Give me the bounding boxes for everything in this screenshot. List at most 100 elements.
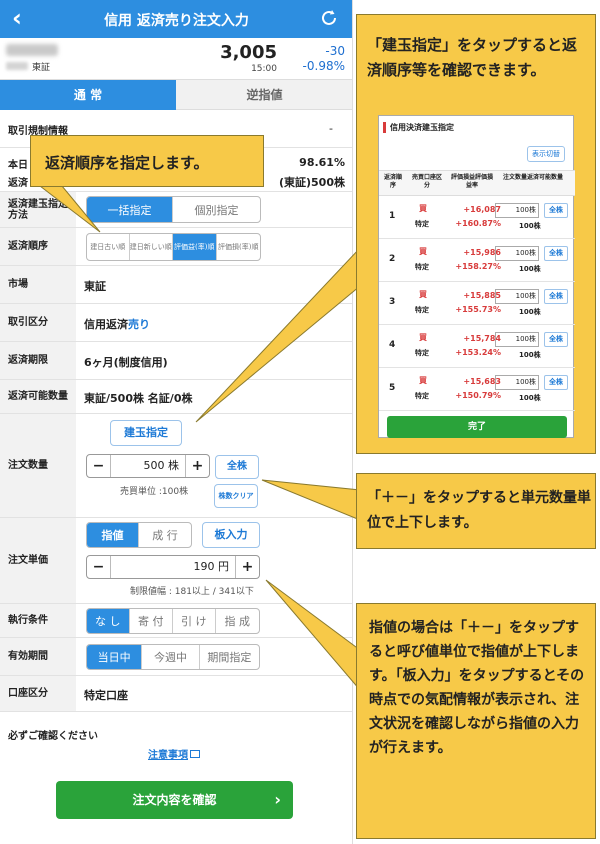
period-today[interactable]: 当日中 (87, 645, 143, 669)
callout-settle-order: 返済順序を指定します。 (30, 135, 264, 187)
settle-order-label: 返済順序 (0, 228, 76, 265)
inset-done-button[interactable]: 完了 (387, 416, 567, 438)
available-qty-label: 返済可能数量 (0, 380, 76, 413)
price-type-market[interactable]: 成 行 (139, 523, 191, 547)
price-value[interactable]: 190 円 (111, 556, 235, 578)
method-individual[interactable]: 個別指定 (173, 197, 260, 222)
price-minus-button[interactable]: − (87, 556, 111, 578)
confirm-order-button[interactable]: 注文内容を確認 › (56, 781, 293, 819)
callout-4-text: 指値の場合は「＋－」をタップすると呼び値単位で指値が上下します。「板入力」をタッ… (369, 620, 585, 756)
inset-row-all-button[interactable]: 全株 (544, 246, 568, 261)
qty-minus-button[interactable]: − (87, 455, 111, 477)
inset-row-qty[interactable]: 100株 (495, 332, 539, 347)
period-week[interactable]: 今週中 (142, 645, 200, 669)
caution-link[interactable]: 注意事項 (148, 746, 200, 761)
inset-row-pl-pct: +158.27% (455, 262, 501, 271)
confirm-order-label: 注文内容を確認 (132, 793, 217, 807)
order-price-label: 注文単価 (0, 518, 76, 603)
price-type-limit[interactable]: 指値 (87, 523, 140, 547)
qty-plus-button[interactable]: + (185, 455, 209, 477)
trade-type-prefix: 信用返済 (84, 318, 128, 331)
inset-row-avail: 100株 (519, 222, 541, 230)
inset-row-acct: 特定 (415, 349, 429, 357)
regulation-value: - (329, 122, 333, 135)
inset-row: 2 買 特定 +15,986 +158.27% 100株 100株 全株 (379, 240, 575, 282)
inset-row-all-button[interactable]: 全株 (544, 289, 568, 304)
inset-row-pl: +15,986 +158.27% (451, 246, 501, 274)
qty-clear-button[interactable]: 株数クリア (214, 484, 258, 508)
margin-shares: (東証)500株 (278, 176, 345, 189)
exec-funari[interactable]: 指 成 (216, 609, 259, 633)
exec-none[interactable]: な し (87, 609, 130, 633)
inset-row-all-button[interactable]: 全株 (544, 332, 568, 347)
inset-row-all-button[interactable]: 全株 (544, 375, 568, 390)
inset-row-qty[interactable]: 100株 (495, 246, 539, 261)
callout-price-stepper: 指値の場合は「＋－」をタップすると呼び値単位で指値が上下します。「板入力」をタッ… (356, 603, 596, 839)
qty-all-button[interactable]: 全株 (215, 455, 259, 479)
inset-row-pl-pct: +155.73% (455, 305, 501, 314)
inset-table-header: 返済順序 売買口座区分 評価損益評価損益率 注文数量返済可能数量 (379, 170, 575, 196)
inset-row-no: 1 (389, 211, 396, 221)
order-qty-label: 注文数量 (0, 414, 76, 517)
settle-method-label: 返済建玉指定方法 (0, 192, 76, 227)
inset-row: 4 買 特定 +15,784 +153.24% 100株 100株 全株 (379, 326, 575, 368)
stock-info: 東証 3,005 15:00 -30 -0.98% (0, 38, 352, 80)
inset-row-qty[interactable]: 100株 (495, 289, 539, 304)
inset-row-avail: 100株 (519, 351, 541, 359)
inset-head-pl: 評価損益評価損益率 (451, 174, 494, 189)
phone-screen: ‹ 信用 返済売り注文入力 東証 3,005 15:00 -30 -0.98% … (0, 0, 353, 844)
inset-row-qty[interactable]: 100株 (495, 203, 539, 218)
exec-close[interactable]: 引 け (173, 609, 216, 633)
stock-name-redacted (6, 44, 58, 56)
period-custom[interactable]: 期間指定 (200, 645, 259, 669)
settle-order-row: 返済順序 建日古い順 建日新しい順 評価益(率)順 評価損(率)順 (0, 228, 352, 266)
order-oldest[interactable]: 建日古い順 (87, 234, 130, 260)
inset-row-bs: 買 (419, 290, 427, 299)
change-percent: -0.98% (302, 59, 345, 73)
tab-normal[interactable]: 通 常 (0, 80, 176, 110)
margin-label-1: 本日 (8, 160, 28, 171)
app-header: ‹ 信用 返済売り注文入力 (0, 0, 352, 38)
inset-row-all-button[interactable]: 全株 (544, 203, 568, 218)
order-type-tabs: 通 常 逆指値 (0, 80, 352, 110)
settle-method-row: 返済建玉指定方法 一括指定 個別指定 (0, 192, 352, 228)
refresh-icon[interactable] (319, 8, 339, 28)
inset-row-bs: 買 (419, 333, 427, 342)
page-title: 信用 返済売り注文入力 (104, 13, 249, 29)
price-limit-note: 制限値幅 : 181以上 / 341以下 (130, 587, 254, 597)
inset-row-avail: 100株 (519, 308, 541, 316)
qty-unit-note: 売買単位 :100株 (120, 487, 189, 497)
available-qty-row: 返済可能数量 東証/500株 名証/0株 (0, 380, 352, 414)
inset-switch-button[interactable]: 表示切替 (527, 146, 565, 162)
order-loss[interactable]: 評価損(率)順 (217, 234, 260, 260)
account-row: 口座区分 特定口座 (0, 676, 352, 712)
exec-condition-row: 執行条件 な し 寄 付 引 け 指 成 (0, 604, 352, 638)
method-bulk[interactable]: 一括指定 (87, 197, 174, 222)
inset-row-no: 5 (389, 383, 396, 393)
board-input-button[interactable]: 板入力 (202, 522, 260, 548)
trade-type-value: 信用返済売り (84, 316, 150, 332)
position-select-button[interactable]: 建玉指定 (110, 420, 182, 446)
inset-row-pl-pct: +150.79% (455, 391, 501, 400)
inset-row-acct: 特定 (415, 306, 429, 314)
inset-row-acct: 特定 (415, 392, 429, 400)
stock-code-redacted (6, 62, 28, 70)
must-check-text: 必ずご確認ください (8, 731, 98, 742)
exec-open[interactable]: 寄 付 (130, 609, 174, 633)
inset-row-bs: 買 (419, 247, 427, 256)
account-label: 口座区分 (0, 676, 76, 711)
inset-row-qty[interactable]: 100株 (495, 375, 539, 390)
market-label: 市場 (0, 266, 76, 303)
tab-stop[interactable]: 逆指値 (176, 80, 352, 110)
qty-value[interactable]: 500 株 (111, 455, 185, 477)
order-profit[interactable]: 評価益(率)順 (173, 234, 217, 260)
inset-row-acct: 特定 (415, 220, 429, 228)
stock-price: 3,005 (220, 42, 277, 63)
inset-title: 信用決済建玉指定 (383, 122, 454, 133)
inset-row-bs: 買 (419, 376, 427, 385)
inset-row-pl: +16,087 +160.87% (451, 203, 501, 231)
price-plus-button[interactable]: + (235, 556, 259, 578)
order-price-row: 注文単価 指値 成 行 板入力 − 190 円 + 制限値幅 : 181以上 /… (0, 518, 352, 604)
market-row: 市場 東証 (0, 266, 352, 304)
order-newest[interactable]: 建日新しい順 (130, 234, 174, 260)
